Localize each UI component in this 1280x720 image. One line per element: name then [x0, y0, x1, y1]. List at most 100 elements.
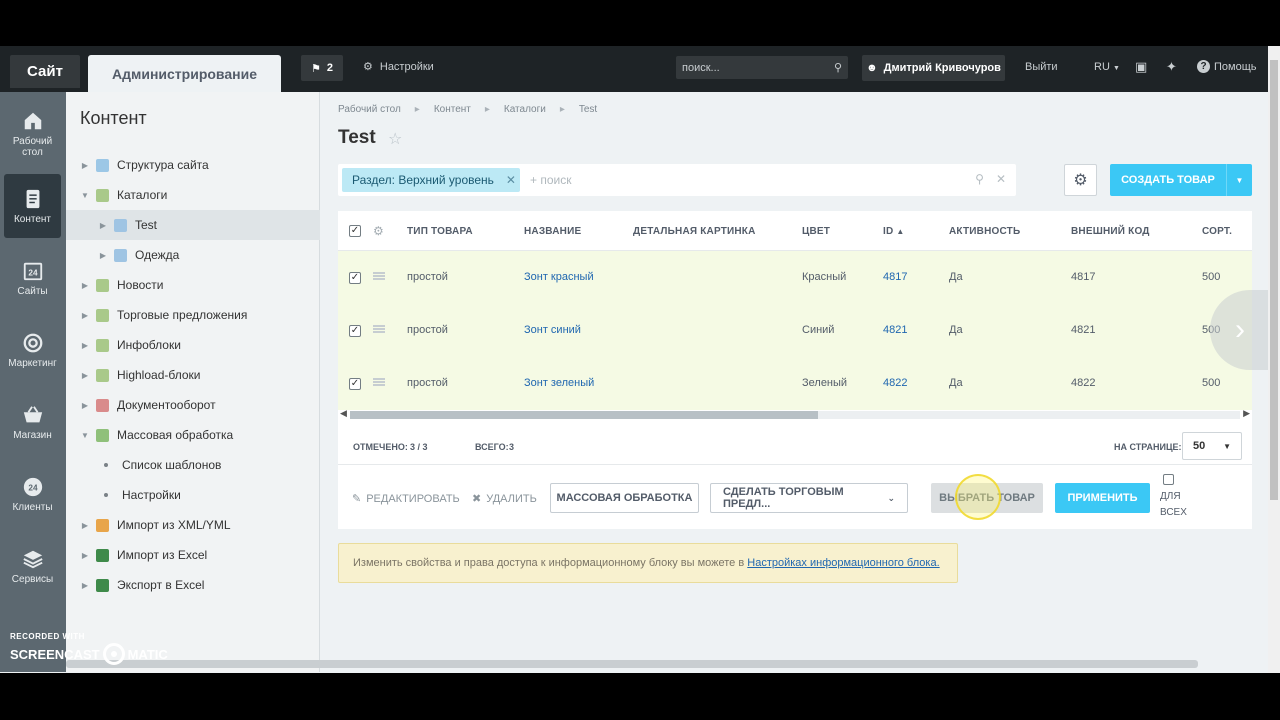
rail-item-clients[interactable]: 24 Клиенты: [4, 462, 61, 526]
tab-site[interactable]: Сайт: [10, 55, 80, 88]
watermark-small-text: RECORDED WITH: [10, 632, 85, 641]
language-selector[interactable]: RU ▼: [1094, 61, 1120, 73]
sidebar-item-test[interactable]: ▶ Test: [66, 210, 320, 240]
table-row[interactable]: ✓ простой Зонт красный Красный 4817 Да 4…: [338, 251, 1252, 304]
create-product-button[interactable]: СОЗДАТЬ ТОВАР ▼: [1110, 164, 1252, 196]
for-all-checkbox-group[interactable]: ДЛЯ ВСЕХ: [1160, 474, 1187, 521]
make-offers-select[interactable]: СДЕЛАТЬ ТОРГОВЫМ ПРЕДЛ... ⌄: [710, 483, 908, 513]
breadcrumb-item[interactable]: Каталоги: [504, 104, 546, 115]
sidebar-item-catalogs[interactable]: ▼ Каталоги: [66, 180, 320, 210]
gear-icon: ⚙: [363, 61, 373, 73]
edit-label: РЕДАКТИРОВАТЬ: [366, 492, 460, 505]
settings-link[interactable]: ⚙ Настройки: [363, 60, 434, 74]
sidebar-item-news[interactable]: ▶ Новости: [66, 270, 320, 300]
mass-processing-button[interactable]: МАССОВАЯ ОБРАБОТКА: [550, 483, 699, 513]
row-checkbox[interactable]: ✓: [349, 325, 361, 337]
table-row[interactable]: ✓ простой Зонт зеленый Зеленый 4822 Да 4…: [338, 357, 1252, 410]
apply-button[interactable]: ПРИМЕНИТЬ: [1055, 483, 1150, 513]
sidebar-item-documents[interactable]: ▶ Документооборот: [66, 390, 320, 420]
per-page-select[interactable]: 50 ▼: [1182, 432, 1242, 460]
horizontal-scrollbar[interactable]: ◀ ▶: [338, 408, 1252, 422]
rail-item-services[interactable]: Сервисы: [4, 534, 61, 598]
sidebar: Контент ▶ Структура сайта ▼ Каталоги ▶ T…: [66, 92, 320, 672]
filter-search-input[interactable]: Раздел: Верхний уровень ✕ + поиск ⚲ ✕: [338, 164, 1016, 196]
help-link[interactable]: ? Помощь: [1197, 60, 1257, 73]
column-header[interactable]: АКТИВНОСТЬ: [949, 226, 1020, 237]
cell-id-link[interactable]: 4821: [883, 324, 907, 336]
drag-handle-icon[interactable]: [373, 325, 385, 333]
search-icon[interactable]: ⚲: [975, 172, 984, 186]
column-header-id[interactable]: ID ▲: [883, 226, 905, 237]
column-header[interactable]: ЦВЕТ: [802, 226, 830, 237]
screencast-watermark: RECORDED WITH SCREENCAST MATIC: [10, 632, 168, 665]
sidebar-item-infoblocks[interactable]: ▶ Инфоблоки: [66, 330, 320, 360]
for-all-checkbox[interactable]: [1163, 474, 1174, 485]
user-menu-button[interactable]: ☻ Дмитрий Кривочуров: [862, 55, 1005, 81]
sidebar-item-label: Настройки: [122, 488, 181, 502]
page-vertical-scrollbar[interactable]: [1268, 46, 1280, 673]
pin-icon[interactable]: ✦: [1166, 59, 1177, 75]
cell-name-link[interactable]: Зонт синий: [524, 324, 581, 336]
column-header[interactable]: ВНЕШНИЙ КОД: [1071, 226, 1150, 237]
cell-id-link[interactable]: 4817: [883, 271, 907, 283]
column-header[interactable]: НАЗВАНИЕ: [524, 226, 581, 237]
top-search-input[interactable]: поиск... ⚲: [676, 56, 848, 79]
breadcrumb-item[interactable]: Контент: [434, 104, 471, 115]
xml-icon: [96, 518, 109, 532]
filter-placeholder: + поиск: [530, 173, 572, 187]
star-icon[interactable]: ☆: [388, 129, 402, 149]
sidebar-item-label: Экспорт в Excel: [117, 578, 205, 592]
drag-handle-icon[interactable]: [373, 378, 385, 386]
sidebar-item-templates[interactable]: Список шаблонов: [66, 450, 320, 480]
logout-link[interactable]: Выйти: [1025, 61, 1058, 73]
rail-item-shop[interactable]: Магазин: [4, 390, 61, 454]
column-header[interactable]: СОРТ.: [1202, 226, 1232, 237]
sidebar-item-export-excel[interactable]: ▶ Экспорт в Excel: [66, 570, 320, 600]
sidebar-item-clothes[interactable]: ▶ Одежда: [66, 240, 320, 270]
tab-admin[interactable]: Администрирование: [88, 55, 281, 92]
sidebar-item-site-structure[interactable]: ▶ Структура сайта: [66, 150, 320, 180]
row-checkbox[interactable]: ✓: [349, 378, 361, 390]
breadcrumb-item[interactable]: Test: [579, 104, 597, 115]
sidebar-item-import-excel[interactable]: ▶ Импорт из Excel: [66, 540, 320, 570]
column-header[interactable]: ДЕТАЛЬНАЯ КАРТИНКА: [633, 226, 756, 237]
delete-action[interactable]: ✖ УДАЛИТЬ: [472, 492, 537, 506]
select-all-checkbox[interactable]: ✓: [349, 225, 361, 237]
scroll-left-icon[interactable]: ◀: [340, 408, 347, 419]
monitor-icon[interactable]: ▣: [1135, 59, 1147, 75]
close-icon[interactable]: ✕: [506, 173, 516, 187]
page-horizontal-scrollbar[interactable]: [66, 660, 1198, 668]
column-header-label: ID: [883, 226, 894, 237]
sidebar-item-highload[interactable]: ▶ Highload-блоки: [66, 360, 320, 390]
filter-tag[interactable]: Раздел: Верхний уровень ✕: [342, 168, 520, 192]
sidebar-item-offers[interactable]: ▶ Торговые предложения: [66, 300, 320, 330]
scroll-right-icon[interactable]: ▶: [1243, 408, 1250, 419]
cell-id-link[interactable]: 4822: [883, 377, 907, 389]
total-label: ВСЕГО:: [475, 442, 509, 452]
edit-action[interactable]: ✎ РЕДАКТИРОВАТЬ: [352, 492, 460, 506]
sidebar-item-mass-processing[interactable]: ▼ Массовая обработка: [66, 420, 320, 450]
close-icon[interactable]: ✕: [996, 172, 1006, 186]
gear-icon: ⚙: [1073, 172, 1088, 189]
sidebar-item-import-xml[interactable]: ▶ Импорт из XML/YML: [66, 510, 320, 540]
row-checkbox[interactable]: ✓: [349, 272, 361, 284]
drag-handle-icon[interactable]: [373, 272, 385, 280]
rail-item-content[interactable]: Контент: [4, 174, 61, 238]
notifications-button[interactable]: ⚑ 2: [301, 55, 343, 81]
rail-item-desktop[interactable]: Рабочий стол: [4, 102, 61, 166]
rail-item-sites[interactable]: 24 Сайты: [4, 246, 61, 310]
scrollbar-thumb[interactable]: [350, 411, 818, 419]
breadcrumb-item[interactable]: Рабочий стол: [338, 104, 401, 115]
table-row[interactable]: ✓ простой Зонт синий Синий 4821 Да 4821 …: [338, 304, 1252, 357]
grid-settings-button[interactable]: ⚙: [1064, 164, 1097, 196]
scrollbar-thumb[interactable]: [1270, 60, 1278, 500]
notice-link[interactable]: Настройках информационного блока.: [747, 557, 939, 569]
cell-name-link[interactable]: Зонт красный: [524, 271, 594, 283]
sidebar-item-settings[interactable]: Настройки: [66, 480, 320, 510]
cell-name-link[interactable]: Зонт зеленый: [524, 377, 594, 389]
chevron-down-icon[interactable]: ▼: [1226, 164, 1252, 196]
column-header[interactable]: ТИП ТОВАРА: [407, 226, 473, 237]
gear-icon[interactable]: ⚙: [373, 224, 384, 238]
rail-item-marketing[interactable]: Маркетинг: [4, 318, 61, 382]
main-menu-rail: Рабочий стол Контент 24 Сайты Маркетинг …: [0, 92, 66, 672]
